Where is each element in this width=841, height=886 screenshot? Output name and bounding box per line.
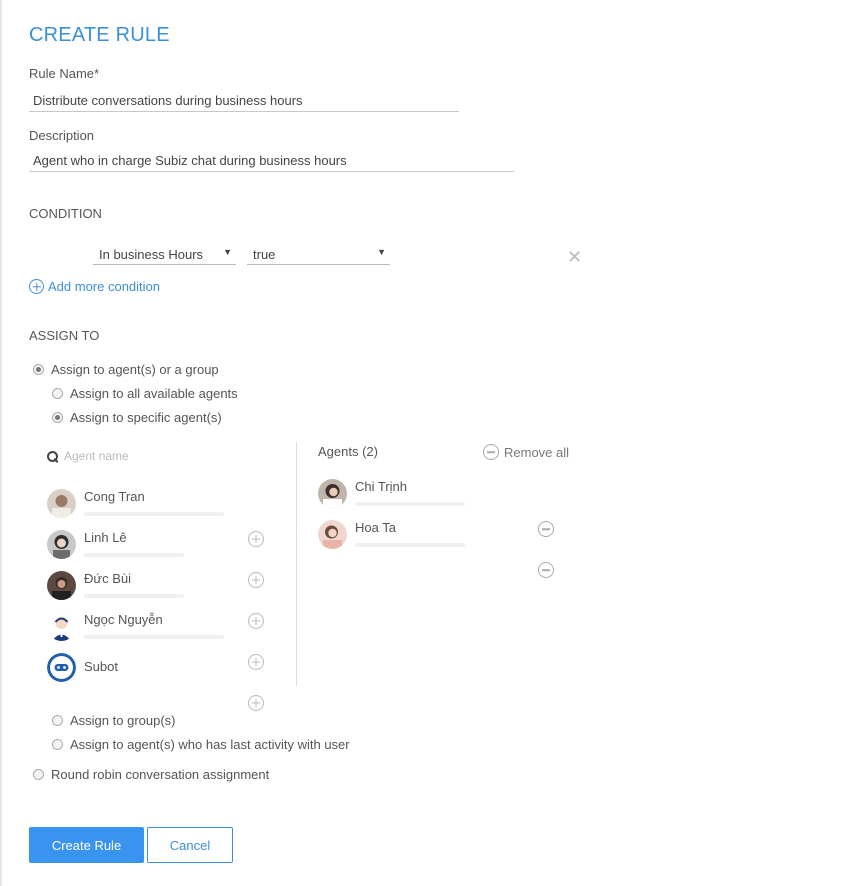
radio-label: Assign to agent(s) who has last activity… xyxy=(70,737,350,752)
add-condition-label: Add more condition xyxy=(48,279,161,294)
radio-button[interactable] xyxy=(33,364,44,375)
agent-subtext xyxy=(355,502,465,506)
radio-label: Assign to agent(s) or a group xyxy=(51,362,219,377)
caret-down-icon: ▼ xyxy=(377,247,386,257)
cancel-button[interactable]: Cancel xyxy=(147,827,233,863)
agent-name: Hoa Ta xyxy=(355,520,396,535)
avatar xyxy=(318,479,347,508)
agent-subtext xyxy=(355,543,465,547)
description-label: Description xyxy=(29,128,95,143)
condition-field-value: In business Hours xyxy=(99,247,204,262)
agent-name: Cong Tran xyxy=(84,489,145,504)
search-icon xyxy=(47,450,58,462)
agent-subtext xyxy=(84,512,224,516)
description-input[interactable]: Agent who in charge Subiz chat during bu… xyxy=(29,153,514,172)
create-rule-button[interactable]: Create Rule xyxy=(29,827,144,863)
agent-search-input[interactable]: Agent name xyxy=(64,449,129,463)
avatar xyxy=(47,489,76,518)
bot-avatar xyxy=(47,653,76,682)
agent-search[interactable]: Agent name xyxy=(47,449,129,463)
agent-name: Ngọc Nguyễn xyxy=(84,612,163,627)
radio-label: Round robin conversation assignment xyxy=(51,767,270,782)
avatar xyxy=(47,612,76,641)
caret-down-icon: ▼ xyxy=(223,247,232,257)
add-condition-link[interactable]: Add more condition xyxy=(29,279,160,294)
condition-field-select[interactable]: In business Hours ▼ xyxy=(93,247,236,265)
radio-assign-all-available[interactable]: Assign to all available agents xyxy=(52,386,238,401)
agent-subtext xyxy=(84,594,184,598)
radio-button[interactable] xyxy=(52,412,63,423)
remove-all-button[interactable]: Remove all xyxy=(483,444,569,460)
radio-button[interactable] xyxy=(52,388,63,399)
radio-round-robin[interactable]: Round robin conversation assignment xyxy=(33,767,269,782)
radio-assign-specific[interactable]: Assign to specific agent(s) xyxy=(52,410,222,425)
radio-assign-agents-group[interactable]: Assign to agent(s) or a group xyxy=(33,362,219,377)
radio-button[interactable] xyxy=(52,739,63,750)
agent-name: Subot xyxy=(84,659,118,674)
rule-name-input[interactable]: Distribute conversations during business… xyxy=(29,93,459,112)
available-agent-row: Subot xyxy=(47,653,277,711)
agent-name: Chi Trịnh xyxy=(355,479,408,494)
add-circle-icon xyxy=(29,279,44,294)
agent-name: Đức Bùi xyxy=(84,571,131,586)
remove-condition-icon[interactable]: ✕ xyxy=(567,248,582,266)
add-agent-icon[interactable] xyxy=(248,695,264,711)
condition-operand-value: true xyxy=(253,247,276,262)
radio-label: Assign to group(s) xyxy=(70,713,176,728)
avatar xyxy=(318,520,347,549)
agent-picker-divider xyxy=(296,442,297,686)
radio-button[interactable] xyxy=(52,715,63,726)
avatar xyxy=(47,571,76,600)
selected-agent-row: Hoa Ta xyxy=(318,520,558,578)
remove-all-label: Remove all xyxy=(504,444,570,460)
radio-label: Assign to specific agent(s) xyxy=(70,410,222,425)
remove-agent-icon[interactable] xyxy=(538,562,554,578)
agent-subtext xyxy=(84,635,224,639)
page-left-border xyxy=(0,0,2,886)
radio-button[interactable] xyxy=(33,769,44,780)
page-title: CREATE RULE xyxy=(29,24,170,46)
agent-name: Linh Lê xyxy=(84,530,127,545)
selected-agents-header: Agents (2) xyxy=(318,444,378,459)
rule-name-label: Rule Name* xyxy=(29,66,100,81)
radio-assign-last-activity[interactable]: Assign to agent(s) who has last activity… xyxy=(52,737,350,752)
radio-assign-groups[interactable]: Assign to group(s) xyxy=(52,713,176,728)
condition-heading: CONDITION xyxy=(29,206,102,221)
condition-operand-select[interactable]: true ▼ xyxy=(247,247,390,265)
remove-all-icon xyxy=(483,444,499,460)
avatar xyxy=(47,530,76,559)
radio-label: Assign to all available agents xyxy=(70,386,238,401)
assign-heading: ASSIGN TO xyxy=(29,328,100,343)
agent-subtext xyxy=(84,553,184,557)
